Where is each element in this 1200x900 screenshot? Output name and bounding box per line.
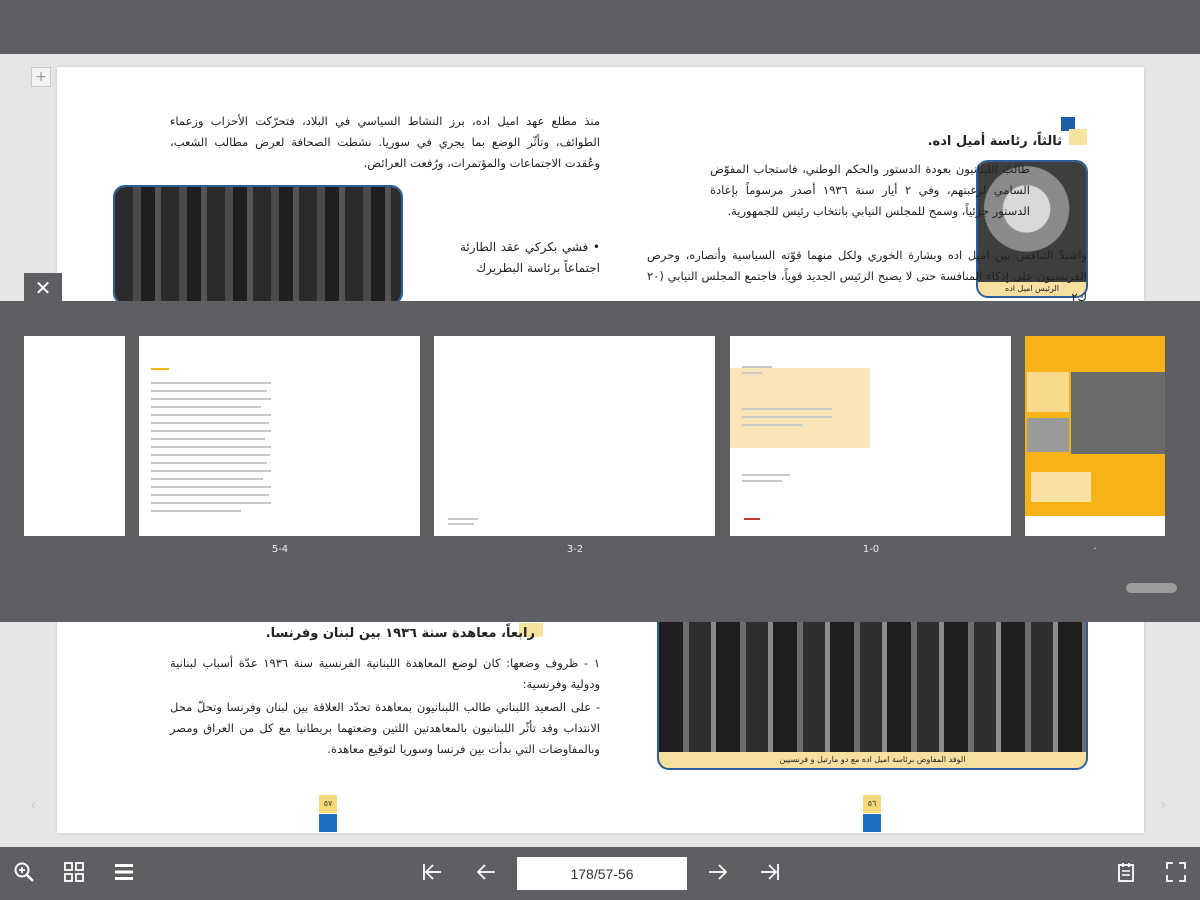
- next-page-icon: [709, 864, 728, 880]
- thumb-text-line: [151, 438, 265, 440]
- cover-footer: [1025, 516, 1165, 536]
- last-page-icon: [761, 864, 779, 880]
- section3-heading: ثالثاً، رئاسة أميل اده.: [927, 134, 1062, 149]
- section3-paragraph-2: واشتدّ التنافس بين اميل اده وبشارة الخور…: [647, 248, 1087, 304]
- thumbnail-pages-1-0[interactable]: [730, 336, 1011, 536]
- thumb-text-line: [742, 372, 762, 374]
- last-page-button[interactable]: [758, 861, 782, 885]
- thumbnails-grid-button[interactable]: [62, 861, 86, 885]
- delegation-photo-image: [659, 609, 1086, 768]
- zoom-in-button[interactable]: [12, 861, 36, 885]
- close-thumbnails-button[interactable]: ✕: [24, 273, 62, 303]
- left-page-number: ٥٧: [319, 795, 337, 813]
- cover-title-block: [1027, 372, 1069, 412]
- thumb-text-line: [742, 480, 782, 482]
- thumb-text-line: [151, 430, 271, 432]
- cover-photo-grid: [1071, 372, 1165, 454]
- fullscreen-button[interactable]: [1164, 861, 1188, 885]
- thumb-text-line: [151, 510, 241, 512]
- zoom-in-icon: [14, 862, 34, 882]
- thumb-text-line: [151, 422, 269, 424]
- thumb-text-line: [151, 414, 271, 416]
- close-icon: ✕: [34, 276, 52, 300]
- page-number-input[interactable]: [517, 857, 687, 890]
- thumb-text-line: [742, 416, 832, 418]
- next-page-button[interactable]: [706, 861, 730, 885]
- left-page-number-marker: [319, 814, 337, 832]
- thumb-text-line: [448, 523, 474, 525]
- thumbnail-pages-3-2[interactable]: [434, 336, 715, 536]
- thumbnail-label-3-2: 3-2: [566, 544, 584, 555]
- thumbnail-panel: 5-4 3-2 1-0 ·: [0, 301, 1200, 622]
- thumb-text-line: [151, 446, 271, 448]
- thumb-text-line: [151, 502, 271, 504]
- right-side-arrow-icon[interactable]: ›: [1160, 795, 1166, 814]
- thumb-text-line: [151, 486, 271, 488]
- thumb-text-line: [151, 454, 270, 456]
- group-photo-image: [115, 187, 401, 303]
- first-page-icon: [423, 864, 441, 880]
- previous-page-button[interactable]: [474, 861, 498, 885]
- first-page-button[interactable]: [420, 861, 444, 885]
- top-bar: [0, 0, 1200, 54]
- thumb-text-line: [742, 424, 802, 426]
- grid-icon: [64, 862, 84, 882]
- thumbnail-scrollbar[interactable]: [1126, 583, 1177, 593]
- left-side-arrow-icon[interactable]: ‹: [30, 795, 36, 814]
- section4-paragraph-1: ١ - ظروف وضعها: كان لوضع المعاهدة اللبنا…: [170, 656, 600, 691]
- thumb-logo-mark: [744, 518, 760, 520]
- intro-paragraph: منذ مطلع عهد اميل اده، برز النشاط السياس…: [170, 114, 600, 170]
- section-marker-yellow-right: [1069, 129, 1087, 145]
- cover-subtitle-block: [1031, 472, 1091, 502]
- bullet-text: • فشي بكركي عقد الطارئة اجتماعاً برئاسة …: [460, 240, 600, 275]
- thumb-text-line: [151, 470, 271, 472]
- notes-button[interactable]: [1114, 861, 1138, 885]
- table-of-contents-button[interactable]: [112, 861, 136, 885]
- zoom-corner-icon[interactable]: +: [31, 67, 51, 87]
- section4-paragraph-2: - على الصعيد اللبناني طالب اللبنانيون بم…: [170, 700, 600, 756]
- delegation-caption: الوفد المفاوض برئاسة اميل اده مع دو مارت…: [659, 752, 1086, 768]
- thumb-text-line: [151, 368, 169, 370]
- thumb-text-line: [151, 478, 263, 480]
- delegation-photo: الوفد المفاوض برئاسة اميل اده مع دو مارت…: [657, 607, 1088, 770]
- thumb-text-line: [742, 474, 790, 476]
- thumb-text-line: [742, 408, 832, 410]
- thumb-text-line: [151, 406, 261, 408]
- thumbnail-label-5-4: 5-4: [271, 544, 289, 555]
- thumb-text-line: [742, 366, 772, 368]
- thumbnail-partial[interactable]: [24, 336, 125, 536]
- thumb-text-line: [151, 494, 269, 496]
- section3-paragraph-1: طالبَ اللبنانيون بعودة الدستور والحكم ال…: [710, 162, 1030, 218]
- thumb-text-line: [151, 462, 267, 464]
- section4-heading: رابعاً، معاهدة سنة ١٩٣٦ بين لبنان وفرنسا…: [265, 626, 535, 641]
- right-page-number: ٥٦: [863, 795, 881, 813]
- thumbnail-cover[interactable]: [1025, 336, 1165, 536]
- thumbnail-label-cover: ·: [1093, 544, 1097, 555]
- fullscreen-icon: [1166, 862, 1186, 882]
- notes-icon: [1118, 863, 1134, 882]
- group-photo: [113, 185, 403, 305]
- thumb-text-line: [151, 398, 271, 400]
- thumbnail-pages-5-4[interactable]: [139, 336, 420, 536]
- cover-photo-side: [1027, 418, 1069, 452]
- previous-page-icon: [476, 864, 495, 880]
- thumb-text-line: [448, 518, 478, 520]
- thumb-text-line: [151, 390, 267, 392]
- list-icon: [115, 864, 133, 880]
- thumb-text-line: [151, 382, 271, 384]
- right-page-number-marker: [863, 814, 881, 832]
- thumbnail-label-1-0: 1-0: [862, 544, 880, 555]
